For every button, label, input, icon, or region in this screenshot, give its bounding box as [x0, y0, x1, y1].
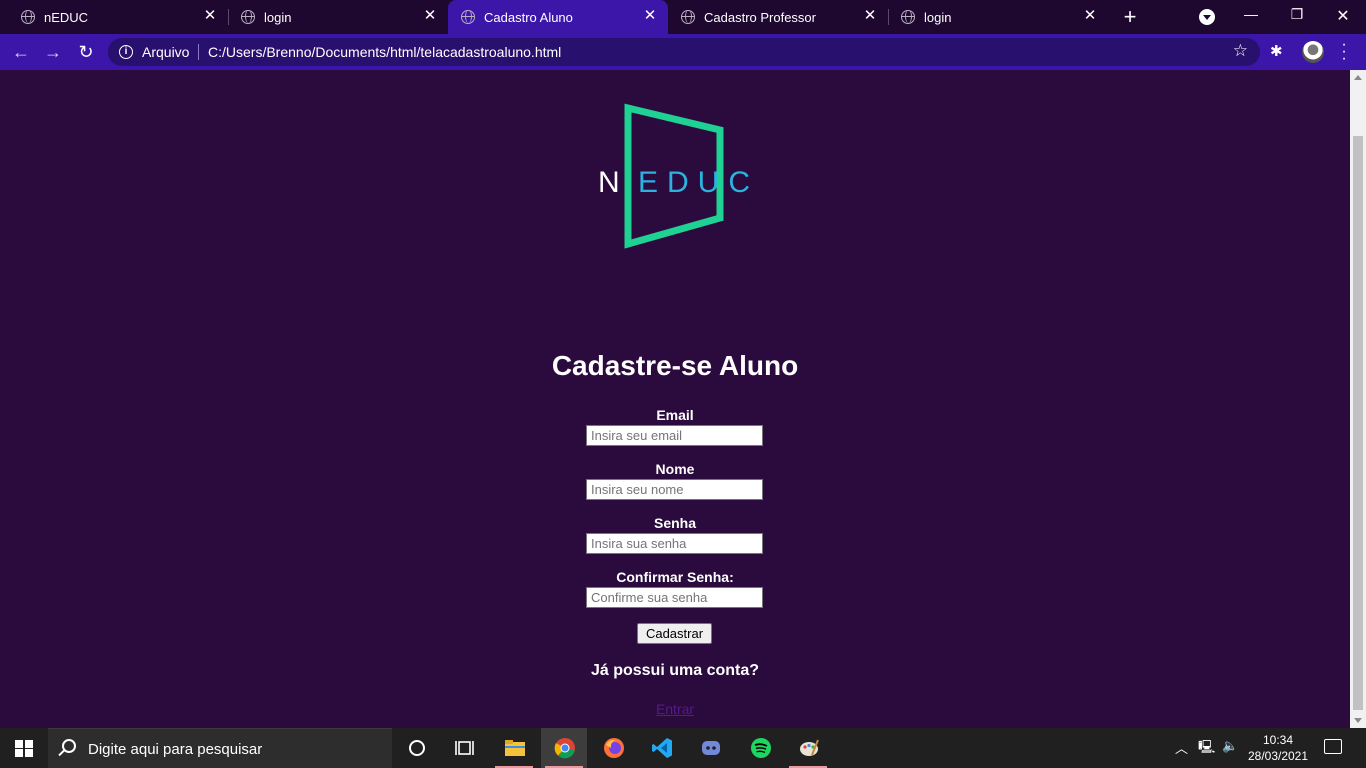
firefox-icon[interactable] [590, 728, 636, 768]
globe-icon [461, 10, 475, 24]
search-icon [62, 739, 76, 753]
taskbar-clock[interactable]: 10:34 28/03/2021 [1240, 732, 1316, 764]
bookmark-star-icon[interactable]: ☆ [1233, 41, 1248, 61]
paint-icon[interactable] [785, 728, 831, 768]
email-label: Email [656, 407, 694, 423]
globe-icon [681, 10, 695, 24]
globe-icon [901, 10, 915, 24]
register-button[interactable]: Cadastrar [637, 623, 712, 644]
clock-date: 28/03/2021 [1247, 749, 1309, 763]
discord-icon[interactable] [687, 728, 733, 768]
minimize-icon[interactable]: — [1241, 6, 1261, 22]
close-icon[interactable]: ✕ [642, 8, 658, 24]
close-icon[interactable]: ✕ [422, 8, 438, 24]
tab-title: Cadastro Professor [704, 10, 816, 25]
login-link[interactable]: Entrar [656, 701, 694, 717]
page-content: N EDUC Cadastre-se Aluno Email Nome Senh… [0, 70, 1350, 728]
neduc-logo: N EDUC [598, 103, 750, 249]
profile-avatar[interactable] [1302, 41, 1324, 63]
login-link-container: Entrar [0, 701, 1350, 717]
tab-cadastro-aluno[interactable]: Cadastro Aluno ✕ [448, 0, 668, 34]
logo-letter-n: N [598, 166, 620, 199]
email-field[interactable] [586, 425, 763, 446]
forward-arrow-icon[interactable]: → [42, 42, 64, 62]
browser-toolbar: ← → ↻ i Arquivo C:/Users/Brenno/Document… [0, 34, 1366, 70]
volume-icon[interactable]: 🔈 [1222, 738, 1238, 754]
info-icon[interactable]: i [119, 45, 133, 59]
omnibox-separator [198, 44, 199, 60]
windows-taskbar: Digite aqui para pesquisar ︿ 🖳 🔈 10:34 2… [0, 728, 1366, 768]
name-label: Nome [655, 461, 695, 477]
restore-icon[interactable]: ❐ [1287, 6, 1307, 23]
password-label: Senha [653, 515, 696, 531]
scroll-down-arrow-icon[interactable] [1354, 718, 1362, 723]
close-icon[interactable]: ✕ [862, 8, 878, 24]
menu-kebab-icon[interactable]: · · · [1339, 37, 1349, 67]
name-field[interactable] [586, 479, 763, 500]
logo-letters-educ: EDUC [638, 166, 750, 199]
clock-time: 10:34 [1262, 733, 1294, 747]
scroll-thumb[interactable] [1353, 136, 1363, 710]
globe-icon [241, 10, 255, 24]
task-view-icon[interactable] [441, 728, 487, 768]
scrollbar[interactable] [1350, 70, 1366, 728]
tray-chevron-icon[interactable]: ︿ [1175, 738, 1188, 757]
tab-strip: nEDUC ✕ login ✕ Cadastro Aluno ✕ Cadastr… [0, 0, 1366, 34]
window-close-icon[interactable]: ✕ [1333, 6, 1353, 26]
account-question: Já possui uma conta? [590, 662, 760, 679]
security-label[interactable]: Arquivo [142, 44, 189, 60]
tab-title: login [924, 10, 952, 25]
reload-icon[interactable]: ↻ [75, 42, 97, 62]
extensions-puzzle-icon[interactable]: ✱ [1270, 42, 1283, 60]
tab-title: Cadastro Aluno [484, 10, 573, 25]
close-icon[interactable]: ✕ [202, 8, 218, 24]
new-tab-plus-icon[interactable]: + [1120, 4, 1140, 30]
scroll-up-arrow-icon[interactable] [1354, 75, 1362, 80]
confirm-password-label: Confirmar Senha: [616, 569, 734, 585]
tab-title: login [264, 10, 292, 25]
close-icon[interactable]: ✕ [1082, 8, 1098, 24]
windows-start-icon[interactable] [15, 740, 33, 757]
back-arrow-icon[interactable]: ← [10, 42, 32, 62]
tab-cadastro-professor[interactable]: Cadastro Professor ✕ [660, 0, 888, 34]
confirm-password-field[interactable] [586, 587, 763, 608]
tab-search-dropdown-icon[interactable] [1199, 9, 1215, 25]
globe-icon [21, 10, 35, 24]
cortana-icon[interactable] [393, 728, 439, 768]
network-icon[interactable]: 🖳 [1198, 738, 1215, 760]
taskbar-search-box[interactable]: Digite aqui para pesquisar [48, 728, 392, 768]
search-placeholder: Digite aqui para pesquisar [88, 741, 263, 758]
password-field[interactable] [586, 533, 763, 554]
vscode-icon[interactable] [638, 728, 684, 768]
page-title: Cadastre-se Aluno [551, 350, 799, 381]
notifications-icon[interactable] [1324, 739, 1342, 754]
tab-neduc[interactable]: nEDUC ✕ [0, 0, 228, 34]
address-bar[interactable]: i Arquivo C:/Users/Brenno/Documents/html… [108, 38, 1260, 66]
spotify-icon[interactable] [737, 728, 783, 768]
file-explorer-icon[interactable] [491, 728, 537, 768]
tab-login[interactable]: login ✕ [220, 0, 448, 34]
url-text[interactable]: C:/Users/Brenno/Documents/html/telacadas… [208, 44, 561, 60]
tab-title: nEDUC [44, 10, 89, 25]
tab-login-2[interactable]: login ✕ [880, 0, 1108, 34]
chrome-icon[interactable] [541, 728, 587, 768]
